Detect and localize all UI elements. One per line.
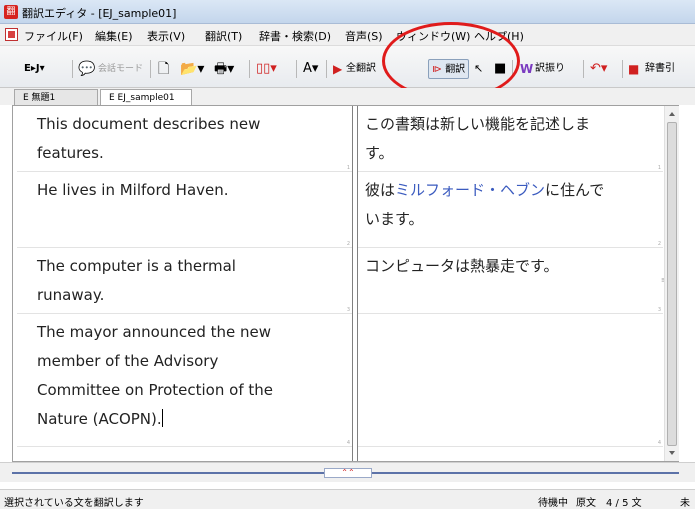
toolbar-separator xyxy=(72,60,73,78)
toolbar-separator xyxy=(249,60,250,78)
toolbar-separator xyxy=(326,60,327,78)
menu-voice[interactable]: 音声(S) xyxy=(345,28,383,44)
window-title: 翻訳エディタ - [EJ_sample01] xyxy=(22,7,177,20)
source-line: member of the Advisory xyxy=(37,352,219,370)
vertical-scrollbar[interactable] xyxy=(664,106,679,461)
segment-number: 4 xyxy=(657,440,661,446)
source-line: Nature (ACOPN). xyxy=(37,410,162,428)
translation-editor[interactable]: This document describes new features. 1 … xyxy=(12,105,679,462)
segment-number: 3 xyxy=(346,307,350,313)
menu-bar: ファイル(F) 編集(E) 表示(V) 翻訳(T) 辞書・検索(D) 音声(S)… xyxy=(0,24,695,46)
undo-icon[interactable]: ↶▾ xyxy=(590,59,607,79)
target-pane[interactable]: この書類は新しい機能を記述しま す。 1 彼はミルフォード・ヘブンに住んで いま… xyxy=(357,106,663,461)
source-segment-active[interactable]: The mayor announced the new member of th… xyxy=(17,314,352,447)
conversation-mode-button[interactable]: 会話モード xyxy=(98,59,143,79)
play-icon[interactable]: ▶ xyxy=(333,59,342,79)
source-segment[interactable]: The computer is a thermal runaway. 3 xyxy=(17,248,352,314)
target-text: 彼は xyxy=(365,181,396,199)
source-line: runaway. xyxy=(37,286,105,304)
segment-number: 3 xyxy=(657,307,661,313)
status-extra: 未 xyxy=(680,498,690,509)
source-pane[interactable]: This document describes new features. 1 … xyxy=(17,106,353,461)
target-line: す。 xyxy=(365,144,394,162)
text-caret xyxy=(161,409,163,427)
parallel-translation-button[interactable]: 訳振り xyxy=(535,59,565,79)
parallel-icon: W xyxy=(520,62,534,76)
menu-dictionary[interactable]: 辞書・検索(D) xyxy=(259,28,331,44)
toolbar-separator xyxy=(622,60,623,78)
open-folder-icon[interactable]: 📂▾ xyxy=(180,59,204,79)
layout-columns-icon[interactable]: ▯▯▾ xyxy=(256,59,277,79)
segment-number: 4 xyxy=(346,440,350,446)
source-segment[interactable]: He lives in Milford Haven. 2 xyxy=(17,172,352,248)
segment-number: 1 xyxy=(346,165,350,171)
target-segment-empty[interactable]: 4 xyxy=(358,314,663,447)
print-icon[interactable]: 🖶▾ xyxy=(214,59,234,79)
tab-ej-sample01[interactable]: E EJ_sample01 xyxy=(100,89,192,105)
source-line: This document describes new xyxy=(37,115,261,133)
toolbar-separator xyxy=(150,60,151,78)
segment-number: 1 xyxy=(657,165,661,171)
toolbar-separator xyxy=(296,60,297,78)
dictionary-button[interactable]: 辞書引 xyxy=(645,59,675,79)
source-line: The computer is a thermal xyxy=(37,257,236,275)
segment-number: 2 xyxy=(657,241,661,247)
menu-view[interactable]: 表示(V) xyxy=(147,28,185,44)
dictionary-icon: ■ xyxy=(628,62,640,76)
scroll-thumb[interactable] xyxy=(667,122,677,446)
status-bar: 選択されている文を翻訳します 待機中 原文 4 / 5 文 未 xyxy=(0,489,695,509)
toolbar: E▸J▾ 💬 会話モード 🗋 📂▾ 🖶▾ ▯▯▾ A▾ ▶ 全翻訳 ⧐ 翻訳 ↖… xyxy=(0,46,695,88)
menu-translate[interactable]: 翻訳(T) xyxy=(205,28,242,44)
status-message: 選択されている文を翻訳します xyxy=(4,498,144,509)
menu-edit[interactable]: 編集(E) xyxy=(95,28,133,44)
target-segment[interactable]: この書類は新しい機能を記述しま す。 1 xyxy=(358,106,663,172)
status-mode: 原文 xyxy=(576,498,596,509)
target-text: に住んで xyxy=(545,181,605,199)
source-line: The mayor announced the new xyxy=(37,323,272,341)
target-line: 彼はミルフォード・ヘブンに住んで xyxy=(365,176,604,205)
source-line: He lives in Milford Haven. xyxy=(37,181,229,199)
title-bar: 翻 翻訳エディタ - [EJ_sample01] xyxy=(0,0,695,24)
segment-number: 2 xyxy=(346,241,350,247)
target-segment[interactable]: 彼はミルフォード・ヘブンに住んで います。 2 xyxy=(358,172,663,248)
status-position: 4 / 5 文 xyxy=(606,498,642,509)
status-state: 待機中 xyxy=(538,498,568,509)
document-tabs: E 無題1 E EJ_sample01 xyxy=(0,88,695,105)
horizontal-splitter[interactable]: ⌃⌃ xyxy=(0,462,695,482)
target-line: コンピュータは熱暴走です。 xyxy=(365,257,559,275)
document-icon[interactable] xyxy=(5,28,18,41)
conversation-icon: 💬 xyxy=(78,61,96,77)
menu-file[interactable]: ファイル(F) xyxy=(24,28,83,44)
target-line: この書類は新しい機能を記述しま xyxy=(365,115,591,133)
scroll-down-icon[interactable] xyxy=(669,451,675,455)
splitter-expand-icon[interactable]: ⌃⌃ xyxy=(324,468,372,478)
app-icon: 翻 xyxy=(4,5,18,19)
translate-all-button[interactable]: 全翻訳 xyxy=(346,59,376,79)
target-line: います。 xyxy=(365,210,424,228)
source-segment[interactable]: This document describes new features. 1 xyxy=(17,106,352,172)
scroll-up-icon[interactable] xyxy=(669,112,675,116)
source-line-with-caret: Nature (ACOPN). xyxy=(37,405,163,434)
toolbar-separator xyxy=(583,60,584,78)
source-line: features. xyxy=(37,144,104,162)
source-line: Committee on Protection of the xyxy=(37,381,273,399)
dictionary-link[interactable]: ミルフォード・ヘブン xyxy=(395,181,545,199)
target-segment[interactable]: コンピュータは熱暴走です。 3 xyxy=(358,248,663,314)
font-size-icon[interactable]: A▾ xyxy=(303,59,318,79)
direction-dropdown[interactable]: E▸J▾ xyxy=(24,59,45,79)
new-document-icon[interactable]: 🗋 xyxy=(158,59,169,79)
tab-untitled1[interactable]: E 無題1 xyxy=(14,89,98,105)
